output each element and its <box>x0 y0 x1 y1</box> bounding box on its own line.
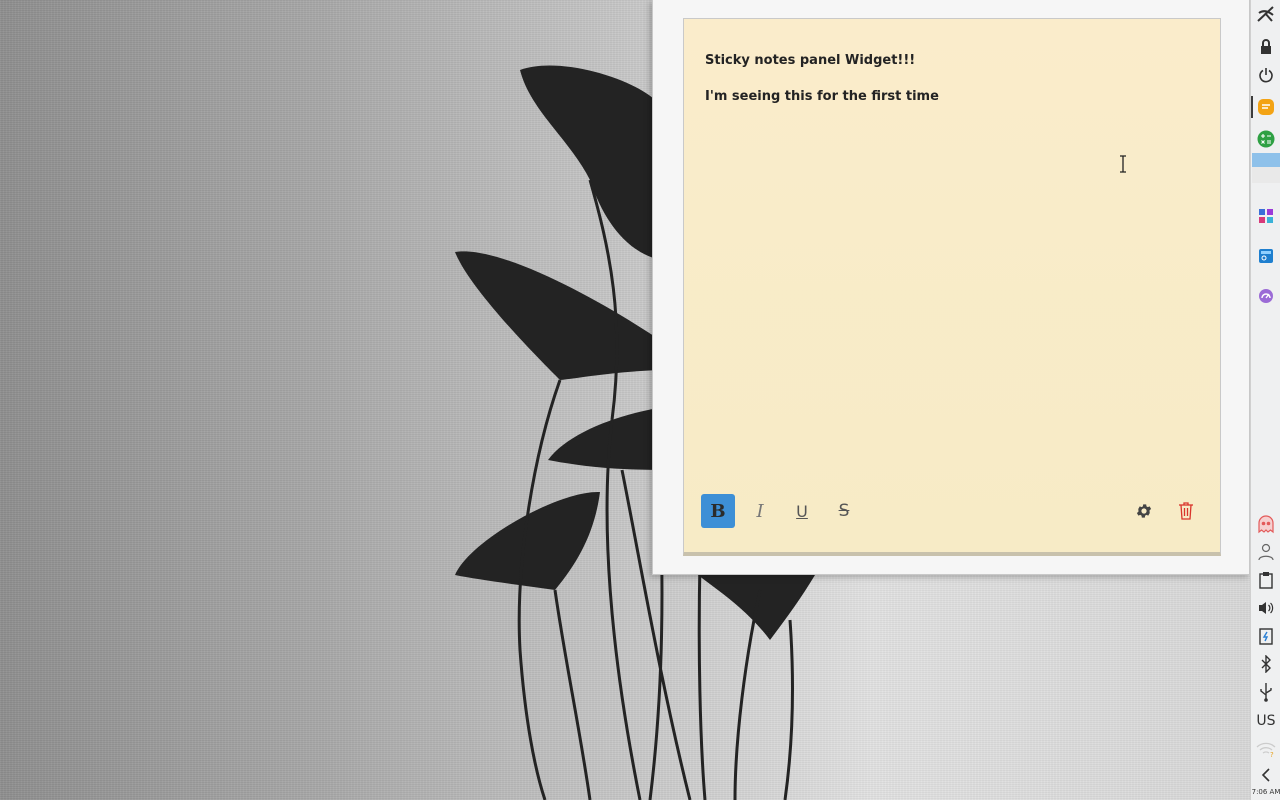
strikethrough-icon: S <box>838 501 850 521</box>
italic-icon: I <box>756 500 764 522</box>
clipboard-icon[interactable] <box>1255 569 1277 591</box>
underline-button[interactable]: U <box>785 494 819 528</box>
keyboard-layout-indicator[interactable]: US <box>1251 713 1280 729</box>
network-icon[interactable]: ? <box>1255 738 1277 760</box>
calculator-icon[interactable] <box>1255 128 1277 150</box>
underline-icon: U <box>796 501 808 521</box>
power-icon[interactable] <box>1255 64 1277 86</box>
app-grid-icon[interactable] <box>1255 205 1277 227</box>
bold-icon: B <box>710 500 726 522</box>
file-manager-icon[interactable] <box>1255 245 1277 267</box>
system-monitor-icon[interactable] <box>1255 285 1277 307</box>
panel-clock[interactable]: 7:06 AM <box>1251 788 1280 796</box>
collapse-arrow-icon[interactable] <box>1255 764 1277 786</box>
sticky-notes-icon[interactable] <box>1255 96 1277 118</box>
note-text-area[interactable]: Sticky notes panel Widget!!! I'm seeing … <box>705 52 1185 124</box>
volume-icon[interactable] <box>1255 597 1277 619</box>
application-launcher-icon[interactable] <box>1255 3 1277 25</box>
svg-text:?: ? <box>1270 751 1274 757</box>
ghost-icon[interactable] <box>1255 513 1277 535</box>
text-cursor-icon <box>1120 155 1126 173</box>
delete-note-button[interactable] <box>1169 494 1203 528</box>
right-side-panel: US ? 7:06 AM <box>1250 0 1280 800</box>
window-thumbnail[interactable] <box>1251 153 1280 183</box>
italic-button[interactable]: I <box>743 494 777 528</box>
sticky-note[interactable]: Sticky notes panel Widget!!! I'm seeing … <box>683 18 1221 556</box>
strikethrough-button[interactable]: S <box>827 494 861 528</box>
usb-icon[interactable] <box>1255 681 1277 703</box>
bold-button[interactable]: B <box>701 494 735 528</box>
bluetooth-icon[interactable] <box>1255 653 1277 675</box>
battery-icon[interactable] <box>1255 625 1277 647</box>
note-line-2: I'm seeing this for the first time <box>705 89 939 104</box>
active-applet-indicator <box>1251 96 1253 118</box>
note-line-1: Sticky notes panel Widget!!! <box>705 53 916 68</box>
trash-icon <box>1179 502 1193 520</box>
lock-screen-icon[interactable] <box>1255 36 1277 58</box>
gear-icon <box>1136 504 1152 518</box>
user-switcher-icon[interactable] <box>1255 541 1277 563</box>
sticky-notes-popup: Sticky notes panel Widget!!! I'm seeing … <box>652 0 1250 575</box>
note-settings-button[interactable] <box>1127 494 1161 528</box>
